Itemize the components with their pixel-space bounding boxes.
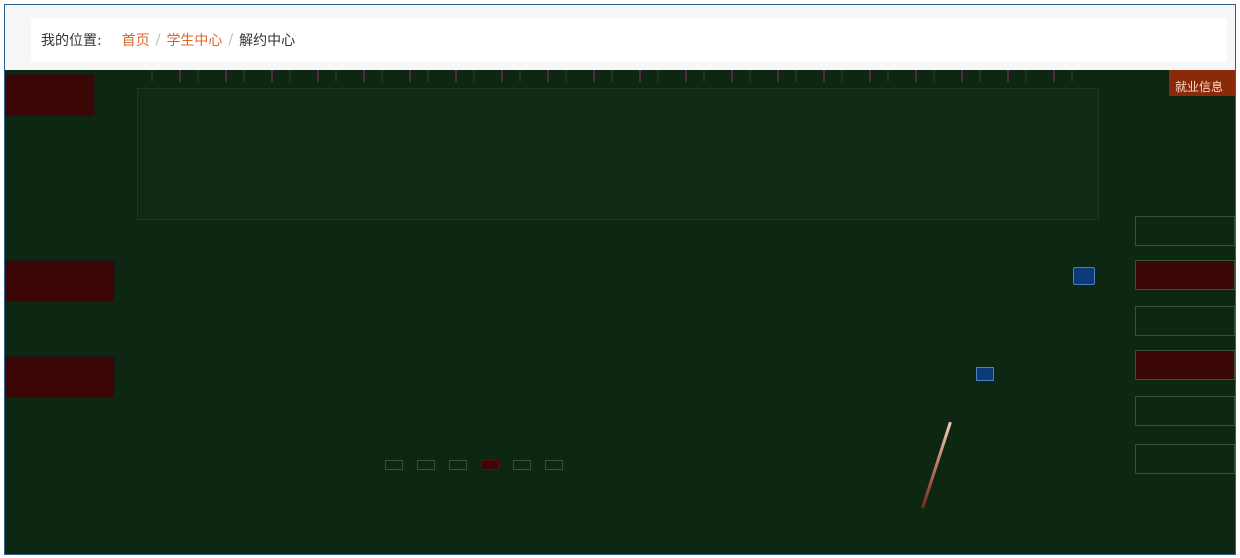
glitch-artifact xyxy=(921,421,952,509)
right-sidebar-item[interactable] xyxy=(1135,216,1235,246)
glitched-content-area: 就业信息 xyxy=(5,70,1235,554)
right-sidebar-item[interactable] xyxy=(1135,350,1235,380)
pagination xyxy=(385,460,885,470)
pagination-button[interactable] xyxy=(417,460,435,470)
breadcrumb-label: 我的位置: xyxy=(41,33,102,49)
breadcrumb-separator: / xyxy=(228,32,234,48)
breadcrumb-home-link[interactable]: 首页 xyxy=(122,30,150,50)
breadcrumb-separator: / xyxy=(155,32,161,48)
left-sidebar-item[interactable] xyxy=(5,356,115,398)
row-action-button[interactable] xyxy=(976,367,994,381)
contract-table xyxy=(145,256,1105,396)
right-sidebar-item[interactable] xyxy=(1135,444,1235,474)
right-sidebar: 就业信息 xyxy=(1130,70,1235,554)
pagination-button[interactable] xyxy=(545,460,563,470)
table-header xyxy=(145,306,1105,346)
table-toolbar-button[interactable] xyxy=(1073,267,1095,285)
pagination-button[interactable] xyxy=(513,460,531,470)
glitch-stripe xyxy=(135,70,1095,82)
pagination-button[interactable] xyxy=(385,460,403,470)
left-sidebar-item[interactable] xyxy=(5,260,115,302)
breadcrumb-student-center-link[interactable]: 学生中心 xyxy=(166,30,222,50)
right-sidebar-item[interactable] xyxy=(1135,396,1235,426)
breadcrumb-current: 解约中心 xyxy=(239,33,296,49)
pagination-current-page[interactable] xyxy=(481,460,499,470)
table-row xyxy=(145,356,1105,396)
employment-info-tab[interactable]: 就业信息 xyxy=(1169,70,1235,96)
left-sidebar-item[interactable] xyxy=(5,74,95,116)
main-panel xyxy=(137,88,1099,220)
right-sidebar-item[interactable] xyxy=(1135,306,1235,336)
left-sidebar xyxy=(5,70,140,554)
table-row-action[interactable] xyxy=(915,367,1055,385)
right-sidebar-item[interactable] xyxy=(1135,260,1235,290)
pagination-button[interactable] xyxy=(449,460,467,470)
table-toolbar xyxy=(145,256,1105,296)
breadcrumb: 我的位置: 首页 / 学生中心 / 解约中心 xyxy=(31,18,1227,62)
